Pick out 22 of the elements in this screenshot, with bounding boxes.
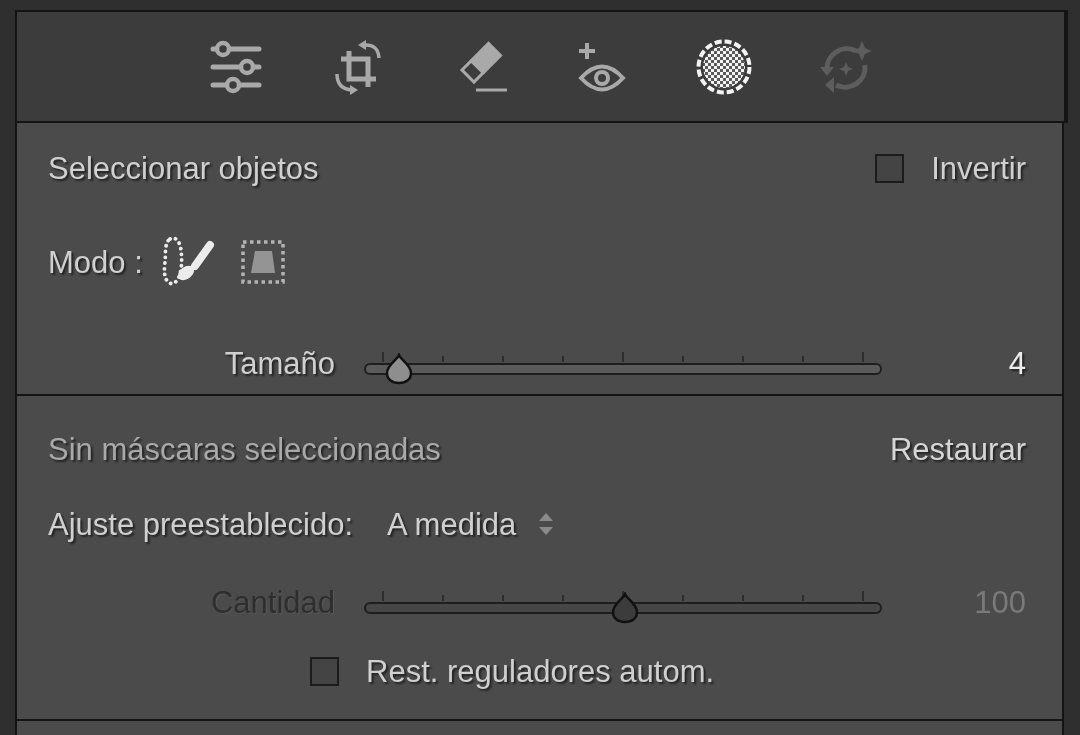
section-title: Seleccionar objetos: [48, 152, 319, 184]
checkbox-label[interactable]: Rest. reguladores autom.: [366, 655, 715, 687]
dashed-circle-icon: [695, 38, 752, 95]
mode-button[interactable]: [161, 236, 216, 288]
up-down-arrows-icon: [537, 511, 556, 537]
brush-lasso-icon: [161, 236, 216, 288]
slider-value: 4: [1007, 347, 1026, 379]
reset-button[interactable]: Restaurar: [889, 433, 1026, 465]
eye-plus-icon: [576, 40, 627, 93]
checkbox[interactable]: [875, 153, 905, 183]
dotted-square-icon: [239, 239, 286, 285]
preset-dropdown[interactable]: A medida: [387, 508, 556, 540]
checkbox-label[interactable]: Invertir: [931, 152, 1026, 184]
tool-button[interactable]: [695, 38, 752, 95]
slider-label: Tamaño: [223, 347, 335, 379]
slider-thumb[interactable]: [384, 353, 415, 385]
checkbox[interactable]: [310, 656, 339, 686]
preset-label: Ajuste preestablecido:: [48, 508, 354, 540]
mode-button[interactable]: [239, 239, 286, 285]
sliders-icon: [208, 39, 263, 94]
status-text: Sin máscaras seleccionadas: [48, 433, 441, 465]
mode-label: Modo :: [48, 246, 143, 278]
